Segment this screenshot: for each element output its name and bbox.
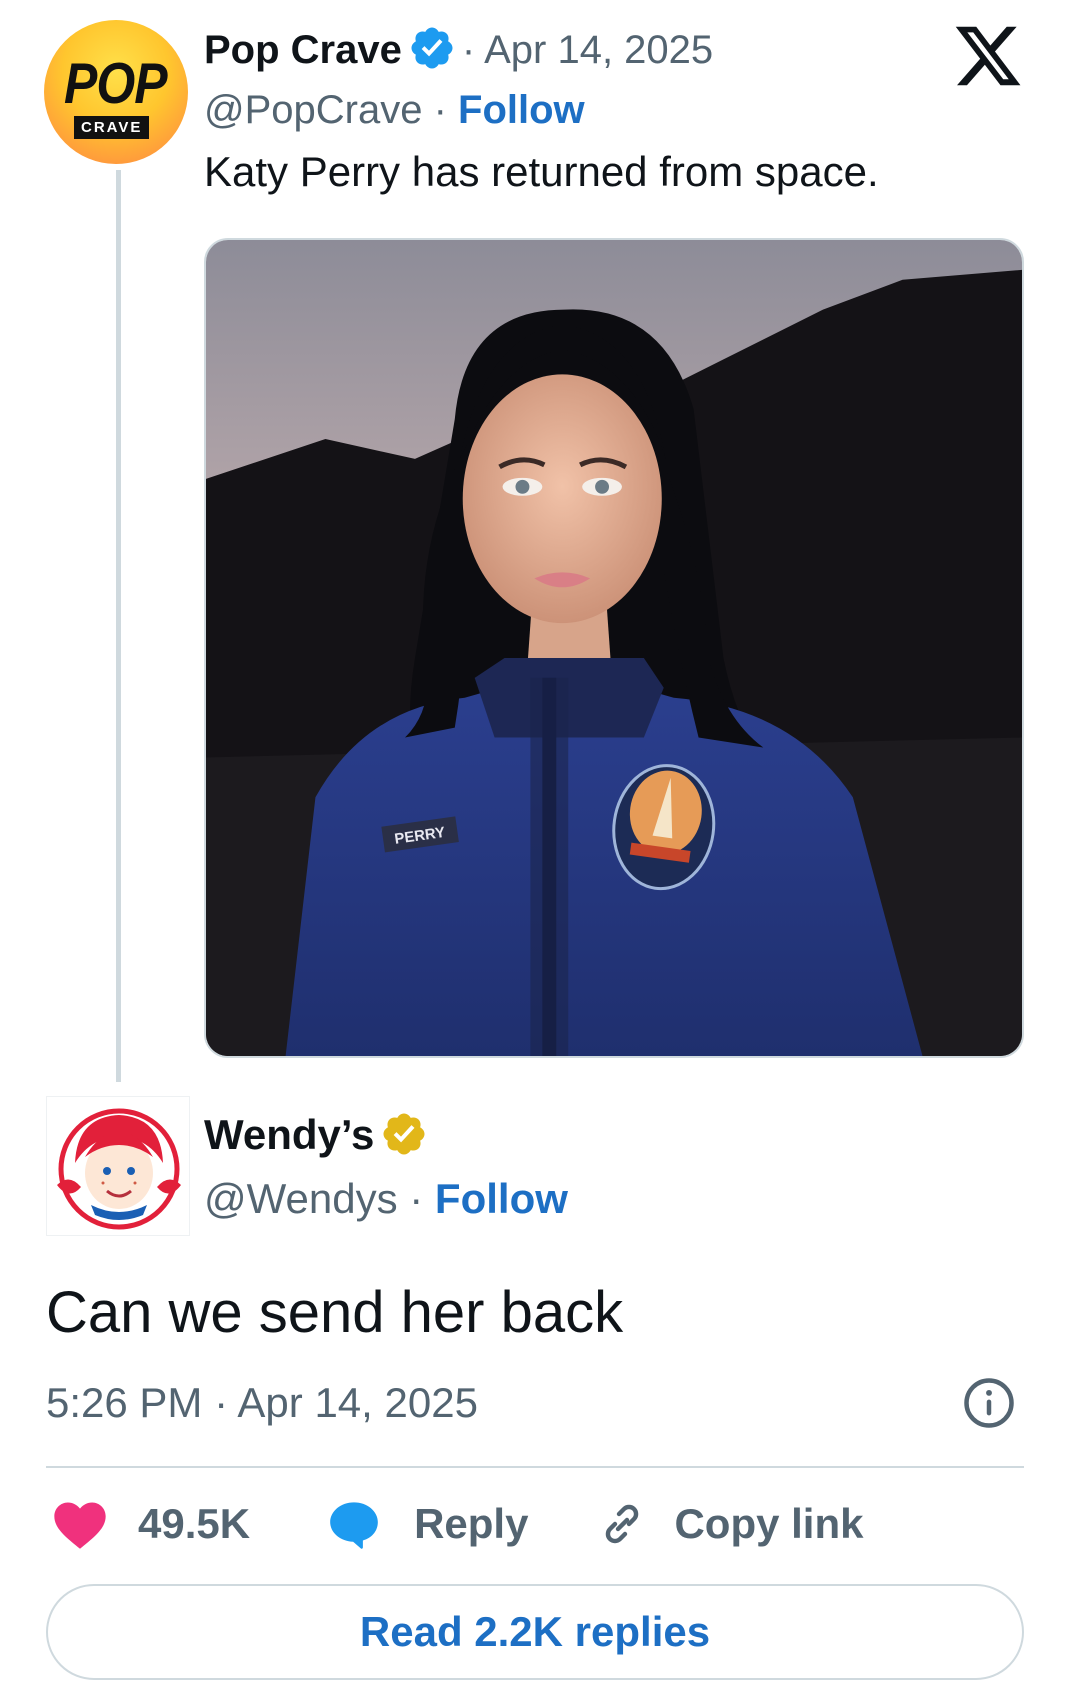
tweet-media-photo[interactable]: PERRY [204, 238, 1024, 1058]
follow-button[interactable]: Follow [435, 1175, 568, 1222]
tweet-date[interactable]: · Apr 14, 2025 [462, 28, 713, 72]
quoted-handle-row: @PopCrave · Follow [204, 86, 585, 134]
verified-gold-badge-icon [383, 1113, 425, 1155]
quoted-tweet-header: Pop Crave · Apr 14, 2025 [204, 24, 713, 74]
embedded-tweet-card: POP CRAVE Pop Crave · Apr 14, 2025 @PopC… [0, 0, 1068, 1694]
avatar-logo-text: POP [64, 51, 168, 116]
like-count: 49.5K [138, 1500, 251, 1547]
tweet-timestamp[interactable]: 5:26 PM · Apr 14, 2025 [46, 1378, 478, 1428]
quoted-tweet-text: Katy Perry has returned from space. [204, 148, 879, 195]
reply-tweet-header: Wendy’s [204, 1110, 434, 1160]
heart-icon [54, 1502, 106, 1549]
speech-bubble-icon [330, 1502, 378, 1549]
reply-handle-row: @Wendys · Follow [204, 1174, 568, 1224]
author-name[interactable]: Pop Crave [204, 28, 402, 72]
author-handle[interactable]: @PopCrave [204, 88, 422, 132]
reply-tweet-text: Can we send her back [46, 1280, 624, 1345]
link-icon [606, 1504, 639, 1544]
follow-button[interactable]: Follow [458, 88, 585, 132]
tweet-action-bar: 49.5K Reply Copy link [52, 1492, 863, 1556]
x-logo-icon[interactable] [952, 20, 1024, 92]
copy-link-button[interactable]: Copy link [598, 1500, 863, 1548]
wendys-avatar[interactable] [46, 1096, 190, 1236]
avatar-logo-subtext: CRAVE [74, 116, 150, 139]
read-replies-button[interactable]: Read 2.2K replies [46, 1584, 1024, 1680]
astronaut-portrait-image: PERRY [206, 240, 1022, 1056]
reply-button[interactable]: Reply [328, 1499, 528, 1549]
like-button[interactable]: 49.5K [52, 1498, 250, 1550]
reply-label: Reply [414, 1500, 529, 1547]
author-handle[interactable]: @Wendys [204, 1175, 398, 1222]
separator-dot: · [422, 88, 459, 132]
verified-badge-icon [411, 27, 453, 69]
divider [46, 1466, 1024, 1468]
popcrave-avatar[interactable]: POP CRAVE [44, 20, 188, 164]
separator-dot: · [397, 1175, 435, 1222]
author-name[interactable]: Wendy’s [204, 1111, 374, 1158]
info-icon[interactable] [962, 1376, 1016, 1430]
copy-link-label: Copy link [674, 1500, 864, 1547]
wendys-logo-icon [57, 1108, 181, 1230]
thread-connector-line [116, 170, 121, 1082]
